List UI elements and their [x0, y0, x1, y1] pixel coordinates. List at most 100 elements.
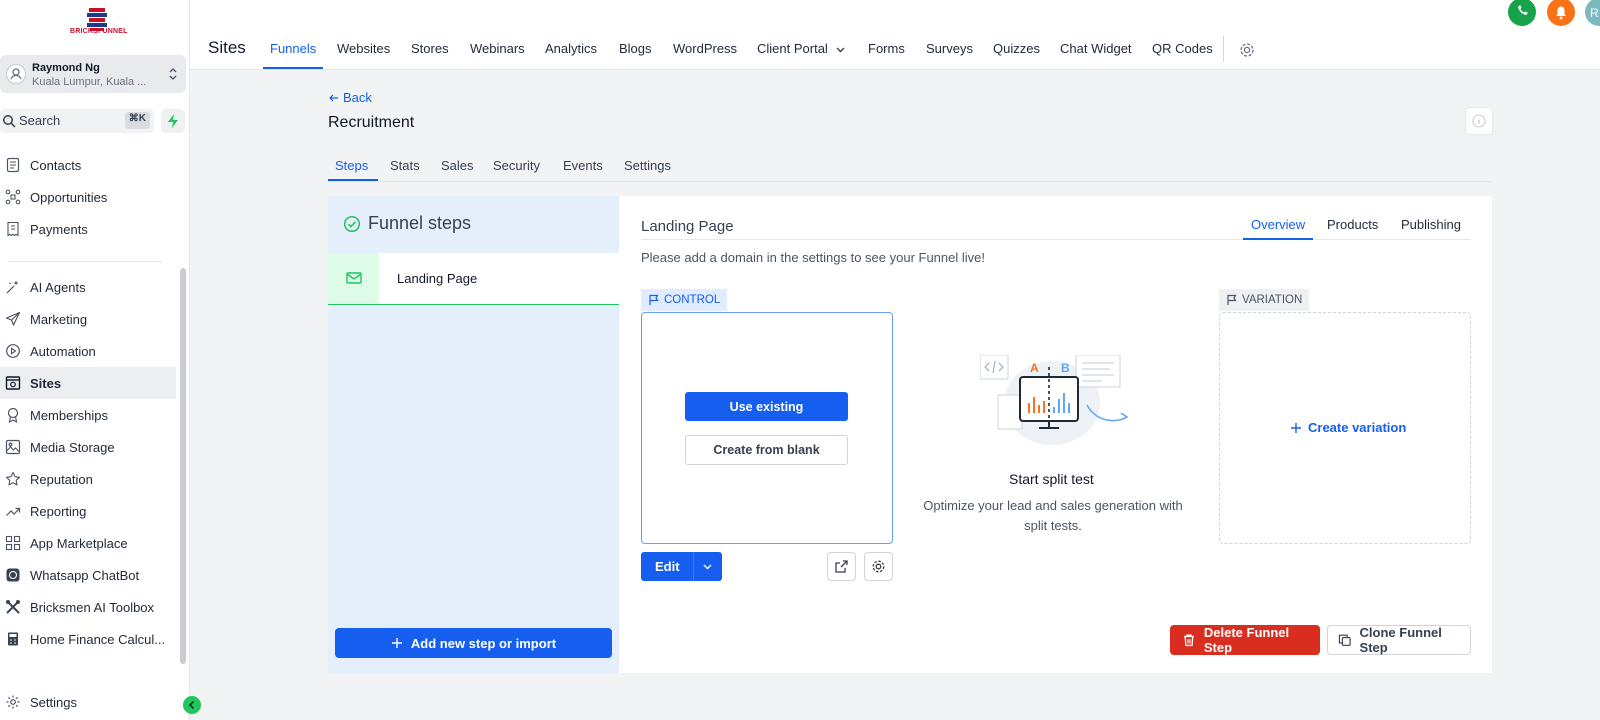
- create-variation-button[interactable]: Create variation: [1290, 420, 1406, 435]
- sidebar-item-label: Sites: [30, 375, 62, 391]
- step-title: Landing Page: [641, 218, 734, 235]
- chevron-updown-icon: [169, 68, 177, 80]
- phone-button[interactable]: [1508, 0, 1536, 26]
- tab-steps[interactable]: Steps: [335, 158, 368, 173]
- top-bar: Sites Funnels Websites Stores Webinars A…: [190, 0, 1600, 70]
- chevron-down-icon[interactable]: [835, 44, 846, 55]
- sidebar-item-home-finance-calculator[interactable]: Home Finance Calcul...: [0, 623, 176, 655]
- tab-stats[interactable]: Stats: [390, 158, 420, 173]
- clone-funnel-step-button[interactable]: Clone Funnel Step: [1327, 625, 1471, 655]
- contacts-icon: [6, 157, 20, 173]
- account-switcher[interactable]: Raymond Ng Kuala Lumpur, Kuala ...: [0, 55, 186, 93]
- tab-blogs[interactable]: Blogs: [619, 41, 652, 56]
- sidebar-item-bricksmen-ai-toolbox[interactable]: Bricksmen AI Toolbox: [0, 591, 176, 623]
- tab-client-portal[interactable]: Client Portal: [757, 41, 828, 56]
- chevron-left-icon: [188, 700, 195, 710]
- search-shortcut: ⌘K: [124, 112, 150, 129]
- step-settings-button[interactable]: [864, 552, 893, 581]
- tab-events[interactable]: Events: [563, 158, 603, 173]
- gear-icon[interactable]: [1238, 41, 1256, 59]
- split-test-illustration: A B: [980, 355, 1129, 445]
- open-preview-button[interactable]: [827, 552, 856, 581]
- edit-button[interactable]: Edit: [641, 552, 722, 581]
- sidebar-item-marketing[interactable]: Marketing: [0, 303, 176, 335]
- step-icon-cell: [328, 253, 379, 304]
- plus-icon: [1291, 422, 1301, 433]
- image-icon: [5, 439, 21, 455]
- tab-stores[interactable]: Stores: [411, 41, 449, 56]
- sidebar-item-automation[interactable]: Automation: [0, 335, 176, 367]
- delete-label: Delete Funnel Step: [1203, 625, 1290, 655]
- sidebar-item-label: Home Finance Calcul...: [30, 631, 166, 647]
- tab-products[interactable]: Products: [1327, 217, 1378, 232]
- sidebar-item-ai-agents[interactable]: AI Agents: [0, 271, 176, 303]
- step-label: Landing Page: [397, 271, 478, 286]
- create-from-blank-button[interactable]: Create from blank: [685, 435, 848, 465]
- tab-quizzes[interactable]: Quizzes: [993, 41, 1040, 56]
- ai-agents-icon: [6, 280, 19, 294]
- notifications-button[interactable]: [1547, 0, 1575, 26]
- bolt-icon: [168, 114, 178, 128]
- split-test-description: Optimize your lead and sales generation …: [923, 498, 1183, 533]
- back-link[interactable]: Back: [343, 90, 372, 105]
- info-button[interactable]: [1465, 107, 1493, 135]
- sidebar-item-payments[interactable]: Payments: [0, 213, 176, 245]
- sidebar-item-media-storage[interactable]: Media Storage: [0, 431, 176, 463]
- tab-chat-widget[interactable]: Chat Widget: [1060, 41, 1132, 56]
- tab-sales[interactable]: Sales: [441, 158, 474, 173]
- sidebar-item-reputation[interactable]: Reputation: [0, 463, 176, 495]
- tab-forms[interactable]: Forms: [868, 41, 905, 56]
- sidebar-item-opportunities[interactable]: Opportunities: [0, 181, 176, 213]
- bell-icon: [1556, 6, 1566, 20]
- sidebar-item-memberships[interactable]: Memberships: [0, 399, 176, 431]
- sidebar-item-label: Automation: [30, 343, 96, 359]
- use-existing-button[interactable]: Use existing: [685, 392, 848, 421]
- whatsapp-icon: [6, 568, 20, 582]
- tab-overview[interactable]: Overview: [1251, 217, 1305, 232]
- tab-surveys[interactable]: Surveys: [926, 41, 973, 56]
- tab-funnels[interactable]: Funnels: [270, 41, 316, 56]
- calculator-icon: [8, 632, 18, 646]
- active-detail-tab-indicator: [1243, 238, 1313, 240]
- control-card: [641, 312, 893, 544]
- tools-icon: [6, 600, 20, 614]
- sidebar-item-settings[interactable]: Settings: [0, 686, 176, 718]
- tab-security[interactable]: Security: [493, 158, 540, 173]
- sidebar-item-sites[interactable]: Sites: [0, 367, 176, 399]
- sidebar-item-contacts[interactable]: Contacts: [0, 149, 176, 181]
- grid-icon: [5, 535, 21, 551]
- chevron-down-icon[interactable]: [702, 561, 713, 572]
- tabs-divider: [328, 181, 1491, 182]
- tab-wordpress[interactable]: WordPress: [673, 41, 737, 56]
- search-button[interactable]: Search ⌘K: [0, 109, 154, 133]
- sidebar-item-app-marketplace[interactable]: App Marketplace: [0, 527, 176, 559]
- tab-analytics[interactable]: Analytics: [545, 41, 597, 56]
- control-badge: CONTROL: [641, 289, 728, 311]
- tab-settings[interactable]: Settings: [624, 158, 671, 173]
- tab-publishing[interactable]: Publishing: [1401, 217, 1461, 232]
- add-step-button[interactable]: Add new step or import: [335, 628, 612, 658]
- arrow-left-icon[interactable]: [328, 92, 340, 104]
- funnel-steps-heading: Funnel steps: [368, 213, 472, 233]
- sidebar-divider: [8, 261, 162, 262]
- active-subtab-indicator: [328, 179, 378, 181]
- collapse-sidebar-button[interactable]: [183, 696, 201, 714]
- search-icon: [3, 115, 16, 128]
- trash-icon: [1183, 634, 1194, 647]
- tab-qr-codes[interactable]: QR Codes: [1152, 41, 1213, 56]
- quick-action-button[interactable]: [161, 109, 185, 133]
- tab-webinars[interactable]: Webinars: [470, 41, 525, 56]
- sidebar-item-whatsapp-chatbot[interactable]: Whatsapp ChatBot: [0, 559, 176, 591]
- flag-icon: [649, 294, 659, 305]
- sidebar-item-label: Reporting: [30, 503, 87, 519]
- sidebar-item-reporting[interactable]: Reporting: [0, 495, 176, 527]
- sidebar-scrollbar[interactable]: [180, 268, 186, 664]
- illus-label-b: B: [1061, 361, 1070, 375]
- tab-websites[interactable]: Websites: [337, 41, 390, 56]
- delete-funnel-step-button[interactable]: Delete Funnel Step: [1170, 625, 1320, 655]
- active-tab-indicator: [263, 67, 323, 69]
- control-label: CONTROL: [664, 294, 721, 306]
- account-location: Kuala Lumpur, Kuala ...: [32, 76, 147, 88]
- list-item[interactable]: Landing Page: [328, 253, 619, 305]
- opportunities-icon: [5, 189, 21, 205]
